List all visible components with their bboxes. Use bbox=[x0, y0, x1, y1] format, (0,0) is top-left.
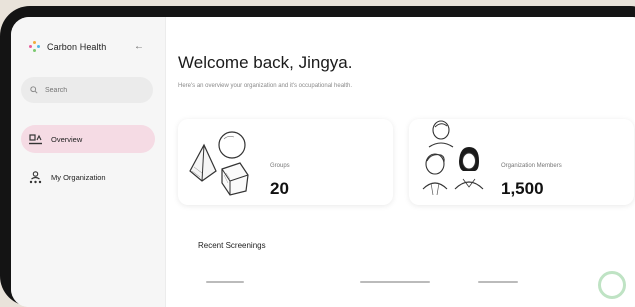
members-card[interactable]: Organization Members 1,500 bbox=[409, 119, 634, 205]
overview-icon bbox=[27, 131, 43, 147]
page-title: Welcome back, Jingya. bbox=[178, 53, 353, 72]
members-label: Organization Members bbox=[501, 163, 562, 169]
groups-card[interactable]: Groups 20 bbox=[178, 119, 393, 205]
brand-name: Carbon Health bbox=[47, 42, 107, 52]
chevron-left-icon[interactable]: ← bbox=[134, 41, 144, 52]
brand[interactable]: Carbon Health bbox=[29, 41, 106, 53]
sidebar-item-my-organization[interactable]: My Organization bbox=[21, 163, 155, 191]
groups-value: 20 bbox=[270, 179, 289, 198]
search-bar[interactable] bbox=[21, 77, 153, 103]
search-icon bbox=[30, 86, 38, 94]
3d-shapes-illustration bbox=[189, 131, 249, 196]
page-subtitle: Here's an overview your organization and… bbox=[178, 83, 353, 89]
sidebar-item-label: Overview bbox=[51, 134, 83, 144]
members-value: 1,500 bbox=[501, 179, 544, 198]
search-input[interactable] bbox=[43, 85, 147, 95]
brand-logo-icon bbox=[29, 41, 41, 53]
people-sketch-illustration bbox=[422, 120, 484, 196]
organization-icon bbox=[27, 169, 43, 185]
groups-label: Groups bbox=[270, 163, 290, 169]
sidebar: Carbon Health ← Overview bbox=[11, 17, 166, 307]
main-content: Welcome back, Jingya. Here's an overview… bbox=[178, 17, 635, 307]
app-screen: Carbon Health ← Overview bbox=[11, 17, 635, 307]
sidebar-item-overview[interactable]: Overview bbox=[21, 125, 155, 153]
progress-ring-icon bbox=[598, 271, 626, 299]
recent-screenings-title: Recent Screenings bbox=[198, 241, 266, 250]
sidebar-item-label: My Organization bbox=[51, 172, 106, 182]
